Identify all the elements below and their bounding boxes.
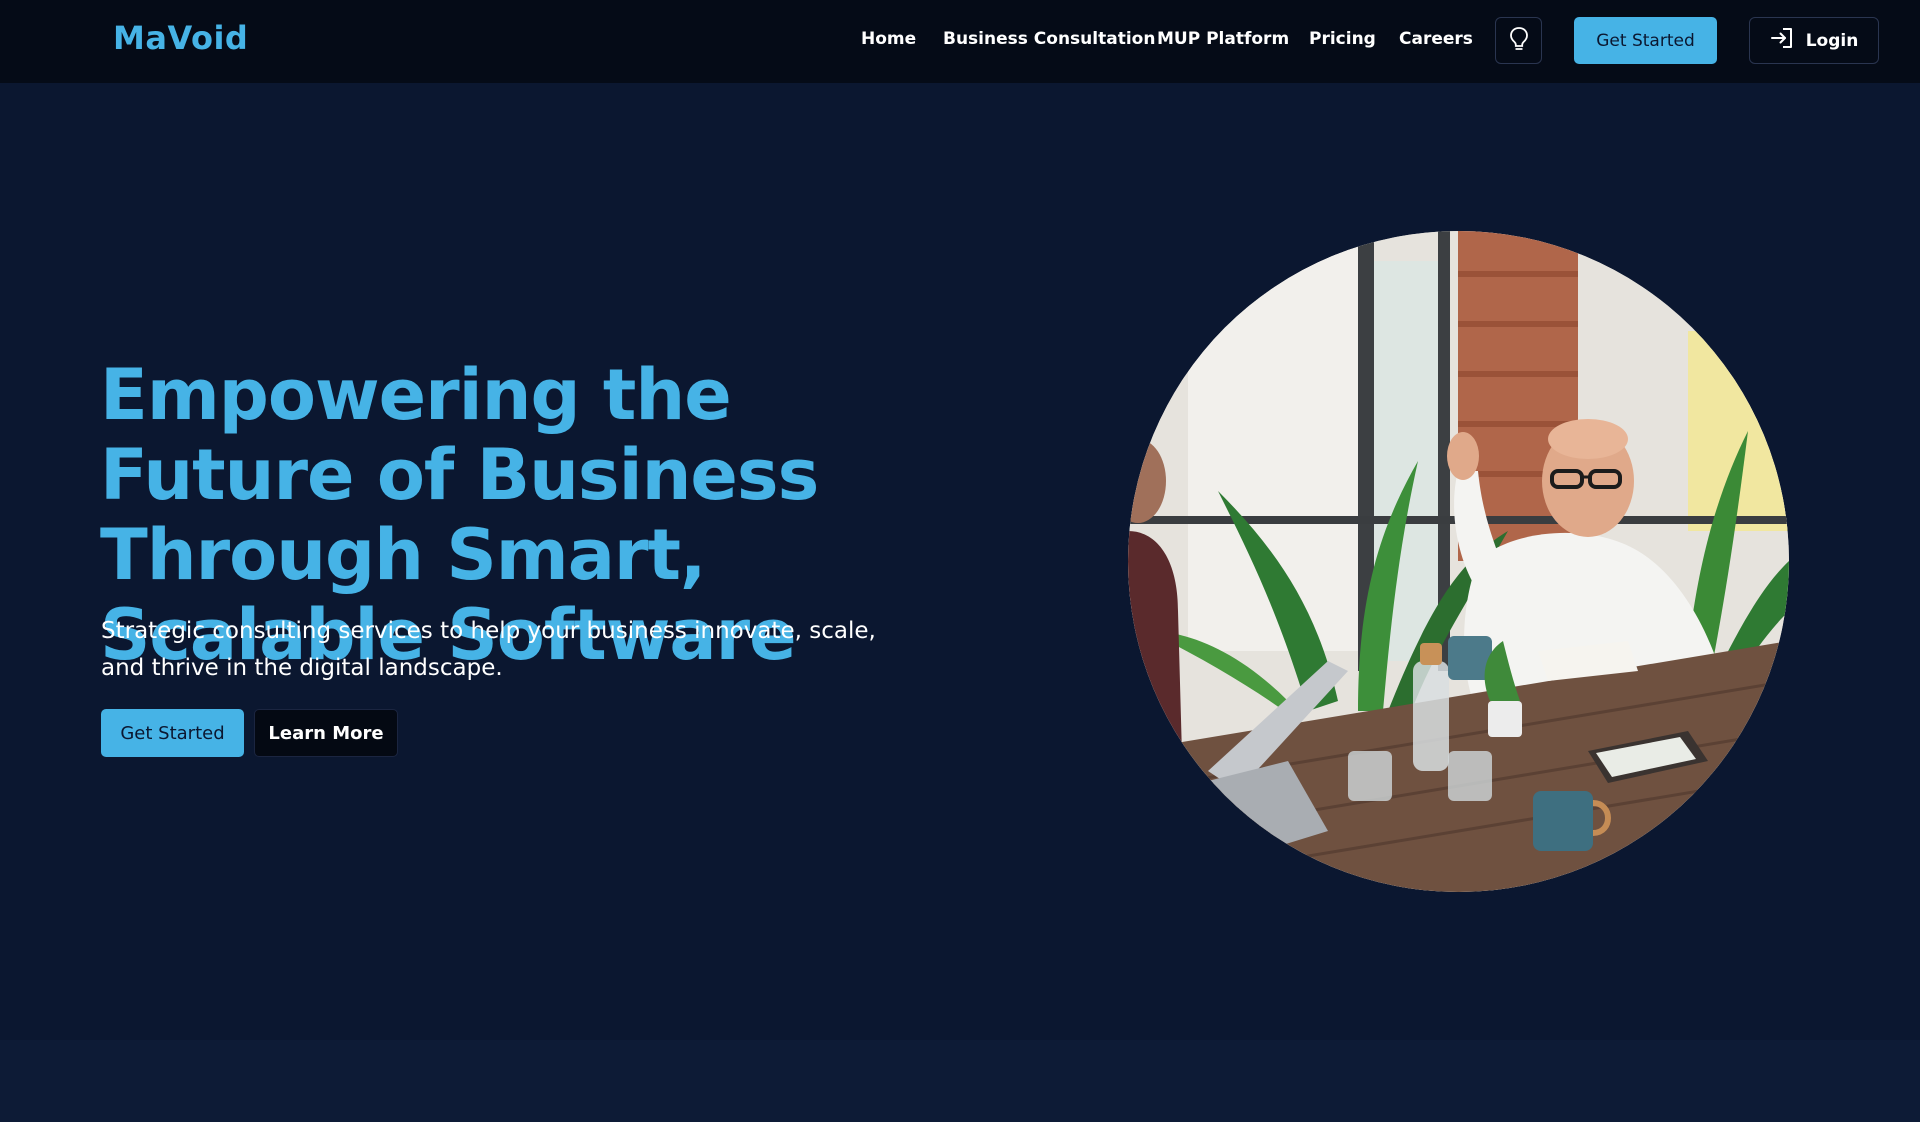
nav-link-business-consultation[interactable]: Business Consultation: [943, 27, 1155, 51]
login-button[interactable]: Login: [1749, 17, 1879, 64]
theme-toggle-button[interactable]: [1495, 17, 1542, 64]
nav-link-home[interactable]: Home: [861, 27, 916, 51]
next-section-band: [0, 1040, 1920, 1122]
brand-logo[interactable]: MaVoid: [113, 18, 248, 58]
learn-more-button[interactable]: Learn More: [254, 709, 398, 757]
hero-get-started-button[interactable]: Get Started: [101, 709, 244, 757]
nav-link-mup-platform[interactable]: MUP Platform: [1157, 27, 1289, 51]
login-label: Login: [1805, 30, 1859, 51]
top-navigation: MaVoid Home Business Consultation MUP Pl…: [0, 0, 1920, 83]
sign-in-icon: [1770, 27, 1794, 54]
hero-subtitle: Strategic consulting services to help yo…: [101, 618, 876, 681]
nav-link-careers[interactable]: Careers: [1399, 27, 1473, 51]
hero-meeting-photo: [1128, 231, 1789, 892]
lightbulb-icon: [1509, 26, 1529, 56]
nav-get-started-button[interactable]: Get Started: [1574, 17, 1717, 64]
nav-link-pricing[interactable]: Pricing: [1309, 27, 1376, 51]
